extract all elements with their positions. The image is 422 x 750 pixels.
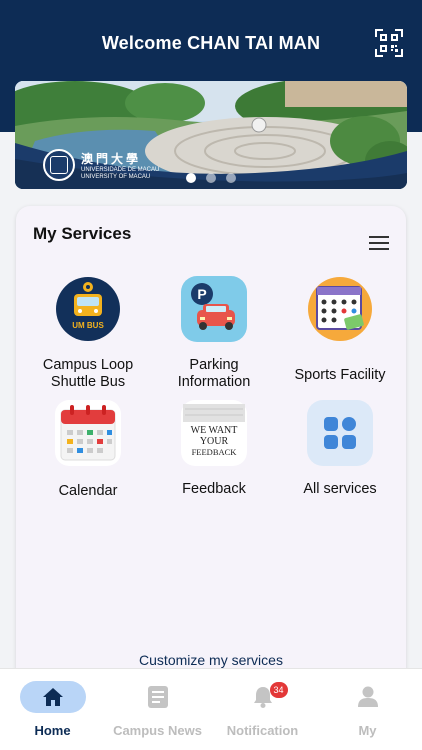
calendar-icon <box>55 400 121 466</box>
service-all-services[interactable]: All services <box>275 400 405 498</box>
tab-campus-news[interactable]: Campus News <box>105 681 210 738</box>
tab-home[interactable]: Home <box>0 681 105 738</box>
bottom-tab-bar: Home Campus News 34 Notification My <box>0 668 422 750</box>
shuttle-bus-icon: UM BUS <box>56 277 120 341</box>
home-icon <box>42 688 63 706</box>
service-label: Campus Loop Shuttle Bus <box>42 357 134 390</box>
service-label: Parking Information <box>177 357 251 390</box>
service-label: Calendar <box>58 483 118 499</box>
news-icon <box>147 686 168 708</box>
carousel-dot-3[interactable] <box>226 173 236 183</box>
service-calendar[interactable]: Calendar <box>23 400 153 500</box>
service-shuttle-bus[interactable]: UM BUS Campus Loop Shuttle Bus <box>23 276 153 391</box>
service-label: All services <box>303 481 377 497</box>
tab-label: Notification <box>226 723 299 738</box>
feedback-line-1: WE WANT <box>191 425 238 436</box>
carousel-indicator <box>15 173 407 183</box>
carousel-dot-2[interactable] <box>206 173 216 183</box>
hamburger-menu-icon[interactable] <box>369 236 389 250</box>
service-label: Feedback <box>182 481 246 497</box>
feedback-line-3: FEEDBACK <box>192 447 238 457</box>
person-icon <box>357 686 378 707</box>
qr-scan-icon[interactable] <box>375 29 403 57</box>
tab-label: Campus News <box>113 723 202 738</box>
tab-label: My <box>358 723 377 738</box>
feedback-line-2: YOUR <box>200 436 229 447</box>
customize-services-link[interactable]: Customize my services <box>16 652 406 668</box>
welcome-title: Welcome CHAN TAI MAN <box>101 33 321 53</box>
um-bus-text: UM BUS <box>72 321 104 330</box>
parking-p-letter: P <box>197 286 206 302</box>
service-sports-facility[interactable]: Sports Facility <box>275 276 405 384</box>
tab-notification[interactable]: 34 Notification <box>210 681 315 738</box>
feedback-icon: WE WANT YOUR FEEDBACK <box>181 400 247 466</box>
all-services-icon <box>307 400 373 466</box>
service-label: Sports Facility <box>294 367 386 383</box>
service-feedback[interactable]: WE WANT YOUR FEEDBACK Feedback <box>149 400 279 498</box>
tab-label: Home <box>34 723 71 738</box>
service-parking[interactable]: P Parking Information <box>149 276 279 391</box>
services-title: My Services <box>33 224 132 243</box>
tab-my[interactable]: My <box>315 681 420 738</box>
notification-count-badge: 34 <box>269 682 288 698</box>
parking-icon: P <box>181 276 247 342</box>
sports-facility-icon <box>308 277 372 341</box>
campus-banner-carousel[interactable]: 澳門大學 UNIVERSIDADE DE MACAU UNIVERSITY OF… <box>15 81 407 189</box>
carousel-dot-1[interactable] <box>186 173 196 183</box>
my-services-card: My Services UM BUS Campus Loop Shuttle B… <box>16 206 406 686</box>
logo-chinese-name: 澳門大學 <box>81 151 142 166</box>
